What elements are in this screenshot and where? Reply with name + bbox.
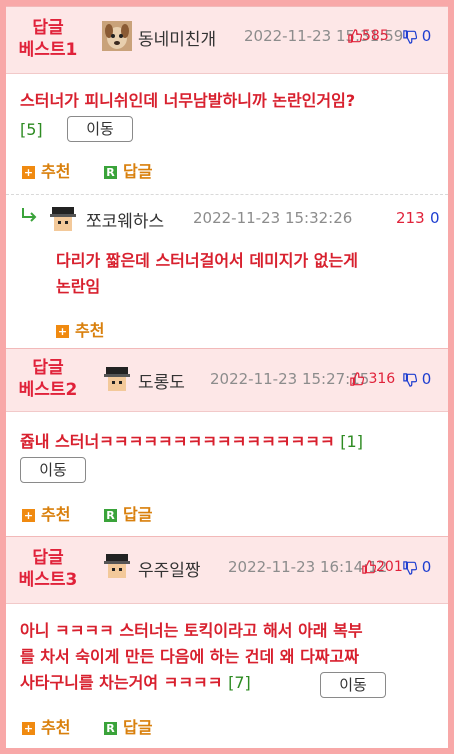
timestamp: 2022-11-23 15:32:26 — [193, 209, 353, 227]
downvote-count[interactable]: 0 — [430, 209, 440, 227]
reply-divider — [6, 194, 448, 195]
upvote[interactable]: 585 — [348, 28, 389, 44]
reply-r-icon: R — [104, 722, 117, 735]
reply-button[interactable]: R 답글 — [104, 714, 152, 738]
best-label-line2: 베스트2 — [18, 380, 78, 400]
avatar[interactable] — [102, 364, 132, 394]
thumbs-up-icon — [348, 29, 362, 43]
plus-icon: + — [22, 166, 35, 179]
thumbs-down-icon — [403, 372, 417, 387]
reply-r-icon: R — [104, 509, 117, 522]
avatar[interactable] — [102, 21, 132, 51]
plus-icon: + — [56, 325, 69, 338]
comment-text-line: 아니 ㅋㅋㅋㅋ 스터너는 토킥이라고 해서 아래 복부 — [20, 621, 363, 640]
comment-text-line: 를 차서 숙이게 만든 다음에 하는 건데 왜 다짜고짜 — [20, 647, 359, 666]
thumbs-up-icon — [362, 560, 376, 574]
recommend-label: 추천 — [41, 505, 71, 524]
downvote-count: 0 — [421, 370, 432, 388]
recommend-button[interactable]: + 추천 — [56, 317, 104, 341]
comment-text: 스터너가 피니쉬인데 너무남발하니까 논란인거임? — [20, 88, 440, 114]
thumbs-down-icon — [403, 29, 417, 44]
thumbs-up-icon — [350, 372, 364, 386]
upvote-count[interactable]: 213 — [396, 209, 425, 227]
comment-text: 쥽내 스터너ㅋㅋㅋㅋㅋㅋㅋㅋㅋㅋㅋㅋㅋㅋㅋㅋ [1] — [20, 429, 440, 455]
best-label-line1: 답글 — [32, 548, 64, 568]
upvote[interactable]: 316 — [350, 371, 395, 387]
best-label-line2: 베스트1 — [18, 40, 78, 60]
avatar[interactable] — [48, 204, 78, 234]
upvote-count: 201 — [376, 559, 403, 575]
nickname[interactable]: 동네미친개 — [138, 25, 216, 50]
move-button[interactable]: 이동 — [320, 672, 386, 698]
recommend-button[interactable]: + 추천 — [22, 158, 70, 182]
reply-label: 답글 — [123, 505, 153, 524]
upvote-count: 585 — [362, 28, 389, 44]
comment-text-line: 다리가 짧은데 스터너걸어서 데미지가 없는게 — [56, 251, 358, 270]
comment-text-fragment: 사타구니를 차는거여 ㅋㅋㅋㅋ — [20, 673, 223, 692]
recommend-label: 추천 — [41, 162, 71, 181]
upvote-count: 316 — [368, 371, 396, 387]
downvote-count: 0 — [421, 558, 432, 576]
comment-text-line: 쥽내 스터너ㅋㅋㅋㅋㅋㅋㅋㅋㅋㅋㅋㅋㅋㅋㅋㅋ — [20, 432, 335, 451]
comment-text-line: 스터너가 피니쉬인데 너무남발하니까 논란인거임? — [20, 91, 356, 110]
reply-button[interactable]: R 답글 — [104, 158, 152, 182]
best-label: 답글 베스트1 — [6, 17, 90, 61]
best-label: 답글 베스트3 — [6, 547, 90, 591]
downvote-count: 0 — [421, 27, 432, 45]
recommend-button[interactable]: + 추천 — [22, 501, 70, 525]
reply-r-icon: R — [104, 166, 117, 179]
downvote[interactable]: 0 — [403, 370, 431, 388]
upvote[interactable]: 201 — [362, 559, 403, 575]
nickname[interactable]: 도롱도 — [138, 368, 185, 393]
comment-list: 답글 베스트1 동네미친개 2022-11-23 15:31:59 585 0 … — [6, 6, 448, 748]
downvote[interactable]: 0 — [403, 27, 431, 45]
best-label-line1: 답글 — [32, 358, 64, 378]
downvote[interactable]: 0 — [403, 558, 431, 576]
recommend-button[interactable]: + 추천 — [22, 714, 70, 738]
comment-header: 답글 베스트3 우주일짱 2022-11-23 16:14:12 201 0 — [6, 536, 448, 604]
recommend-label: 추천 — [41, 718, 71, 737]
timestamp: 2022-11-23 15:27:15 — [210, 370, 370, 388]
reply-arrow-icon — [22, 208, 37, 222]
comment-text-line: 논란임 — [56, 277, 101, 296]
comment-text: 다리가 짧은데 스터너걸어서 데미지가 없는게 논란임 — [56, 248, 441, 300]
thumbs-down-icon — [403, 560, 417, 575]
reply-count: [5] — [20, 120, 43, 139]
reply-count: [1] — [340, 432, 363, 451]
reply-button[interactable]: R 답글 — [104, 501, 152, 525]
plus-icon: + — [22, 509, 35, 522]
best-label: 답글 베스트2 — [6, 357, 90, 401]
avatar[interactable] — [102, 551, 132, 581]
comment-header: 답글 베스트1 동네미친개 2022-11-23 15:31:59 585 0 — [6, 6, 448, 74]
best-label-line1: 답글 — [32, 18, 64, 38]
reply-count: [7] — [228, 673, 251, 692]
comment-header: 답글 베스트2 도롱도 2022-11-23 15:27:15 316 0 — [6, 348, 448, 412]
move-button[interactable]: 이동 — [20, 457, 86, 483]
reply-label: 답글 — [123, 162, 153, 181]
move-button[interactable]: 이동 — [67, 116, 133, 142]
recommend-label: 추천 — [75, 321, 105, 340]
best-label-line2: 베스트3 — [18, 570, 78, 590]
plus-icon: + — [22, 722, 35, 735]
nickname[interactable]: 쪼코웨하스 — [86, 207, 164, 232]
reply-label: 답글 — [123, 718, 153, 737]
nickname[interactable]: 우주일짱 — [138, 556, 201, 581]
